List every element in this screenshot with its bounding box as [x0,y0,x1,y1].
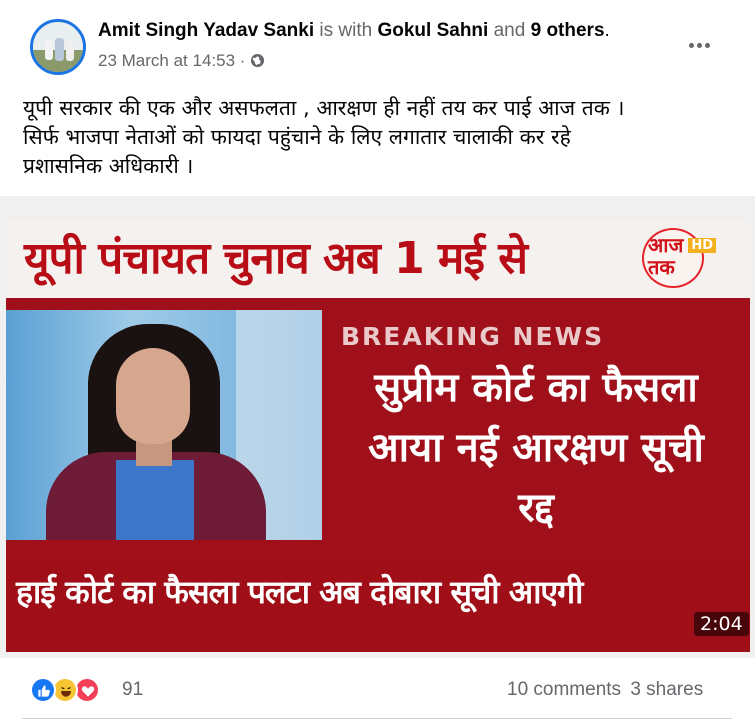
video-frame[interactable]: यूपी पंचायत चुनाव अब 1 मई से आज तक HD BR… [6,220,750,652]
video-duration: 2:04 [694,612,749,636]
and-text: and [493,20,526,41]
headline-line: सुप्रीम कोर्ट का फैसला [374,365,698,411]
caption-line: प्रशासनिक अधिकारी । [23,154,194,178]
caption-line: यूपी सरकार की एक और असफलता , आरक्षण ही न… [23,96,625,120]
post-stats: 10 comments 3 shares [503,679,703,701]
globe-icon [250,53,265,73]
like-icon [30,677,56,703]
video-media[interactable]: यूपी पंचायत चुनाव अब 1 मई से आज तक HD BR… [0,196,755,658]
footer-divider [22,718,732,719]
caption-line: सिर्फ भाजपा नेताओं को फायदा पहुंचाने के … [23,125,571,149]
breaking-news-label: BREAKING NEWS [341,322,605,351]
post-header: Amit Singh Yadav Sanki is with Gokul Sah… [98,20,610,42]
more-options-icon[interactable] [689,33,717,48]
shares-count-link[interactable]: 3 shares [630,679,703,700]
others-link[interactable]: 9 others [531,20,605,41]
post-meta: 23 March at 14:53 · [98,51,265,73]
comments-count-link[interactable]: 10 comments [507,679,621,700]
ticker-text: हाई कोर्ट का फैसला पलटा अब दोबारा सूची आ… [16,573,583,611]
with-text: is with [319,20,373,41]
video-headline: सुप्रीम कोर्ट का फैसला आया नई आरक्षण सूच… [324,358,748,538]
post-caption: यूपी सरकार की एक और असफलता , आरक्षण ही न… [23,94,738,181]
facebook-post: Amit Singh Yadav Sanki is with Gokul Sah… [0,0,755,724]
author-avatar[interactable] [30,19,86,75]
author-name-link[interactable]: Amit Singh Yadav Sanki [98,20,314,41]
header-period: . [604,20,610,41]
tagged-person-link[interactable]: Gokul Sahni [377,20,488,41]
hd-badge: HD [688,238,716,253]
news-anchor-image [6,310,322,540]
timestamp-link[interactable]: 23 March at 14:53 [98,51,235,70]
headline-line: आया नई आरक्षण सूची [368,425,704,471]
channel-logo: आज तक HD [642,228,716,288]
meta-separator: · [239,51,246,70]
video-title: यूपी पंचायत चुनाव अब 1 मई से [24,233,528,284]
headline-line: रद्द [518,485,554,531]
reaction-count[interactable]: 91 [122,679,143,701]
